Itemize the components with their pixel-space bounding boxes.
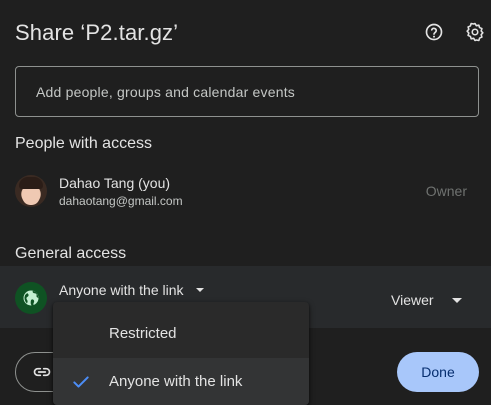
- add-people-input[interactable]: Add people, groups and calendar events: [15, 66, 479, 117]
- menu-item-restricted[interactable]: Restricted: [53, 310, 309, 357]
- people-with-access-heading: People with access: [15, 135, 152, 152]
- dialog-title: Share ‘P2.tar.gz’: [15, 20, 179, 45]
- access-role-label: Viewer: [391, 292, 434, 308]
- access-role-dropdown[interactable]: Viewer: [391, 290, 462, 310]
- chevron-down-icon: [195, 288, 204, 292]
- globe-badge: [15, 282, 47, 314]
- settings-button[interactable]: [463, 20, 487, 44]
- link-icon: [33, 367, 51, 377]
- share-dialog: Share ‘P2.tar.gz’ Add people, groups and…: [0, 0, 491, 405]
- chevron-down-icon: [451, 297, 462, 303]
- menu-item-anyone-with-link[interactable]: Anyone with the link: [53, 358, 309, 405]
- check-icon: [73, 376, 89, 388]
- add-people-placeholder: Add people, groups and calendar events: [36, 83, 296, 100]
- menu-item-label: Anyone with the link: [109, 373, 243, 390]
- general-access-menu: Restricted Anyone with the link: [53, 302, 309, 405]
- help-button[interactable]: [422, 20, 446, 44]
- person-role: Owner: [425, 183, 467, 199]
- menu-item-label: Restricted: [109, 325, 177, 342]
- general-access-selected: Anyone with the link: [59, 282, 184, 298]
- general-access-dropdown[interactable]: Anyone with the link: [59, 280, 204, 300]
- done-button[interactable]: Done: [397, 352, 479, 392]
- gear-icon: [466, 22, 484, 42]
- general-access-heading: General access: [15, 245, 127, 262]
- globe-icon: [23, 290, 39, 306]
- person-row: Dahao Tang (you) dahaotang@gmail.com Own…: [15, 173, 477, 213]
- help-circle-icon: [425, 23, 443, 41]
- person-name: Dahao Tang (you): [59, 175, 171, 191]
- person-email: dahaotang@gmail.com: [59, 194, 183, 208]
- avatar: [15, 175, 47, 207]
